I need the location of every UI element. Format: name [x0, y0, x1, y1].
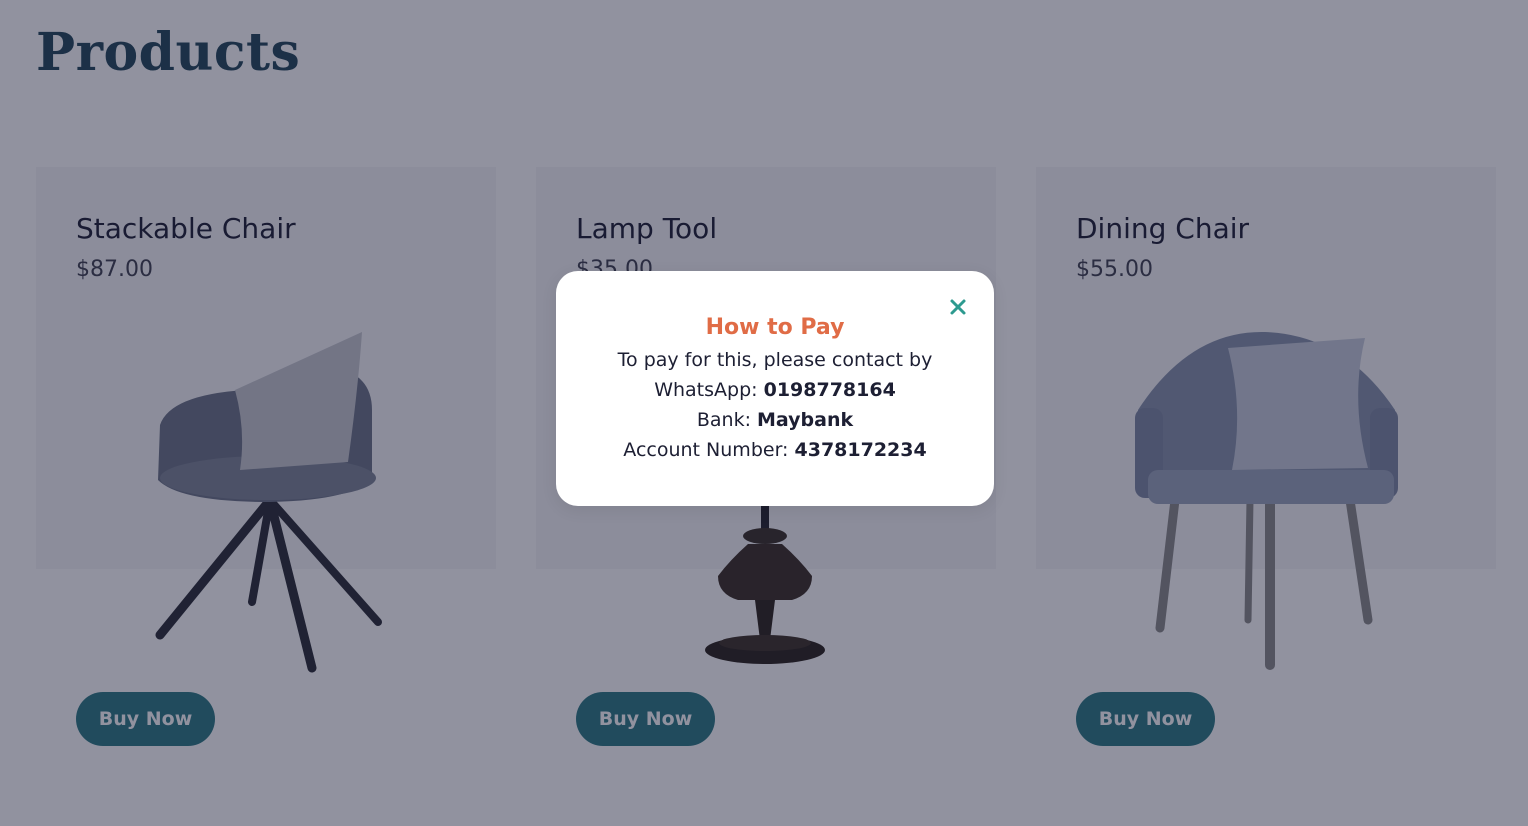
- modal-title: How to Pay: [705, 315, 845, 340]
- account-number: 4378172234: [794, 439, 927, 461]
- bank-label: Bank:: [696, 409, 751, 431]
- bank-line: Bank: Maybank: [556, 409, 994, 431]
- account-line: Account Number: 4378172234: [556, 439, 994, 461]
- whatsapp-label: WhatsApp:: [654, 379, 758, 401]
- account-label: Account Number:: [623, 439, 789, 461]
- payment-modal: How to Pay To pay for this, please conta…: [556, 271, 994, 506]
- whatsapp-number: 0198778164: [763, 379, 896, 401]
- bank-name: Maybank: [757, 409, 854, 431]
- payment-intro-text: To pay for this, please contact by: [617, 349, 933, 371]
- whatsapp-line: WhatsApp: 0198778164: [556, 379, 994, 401]
